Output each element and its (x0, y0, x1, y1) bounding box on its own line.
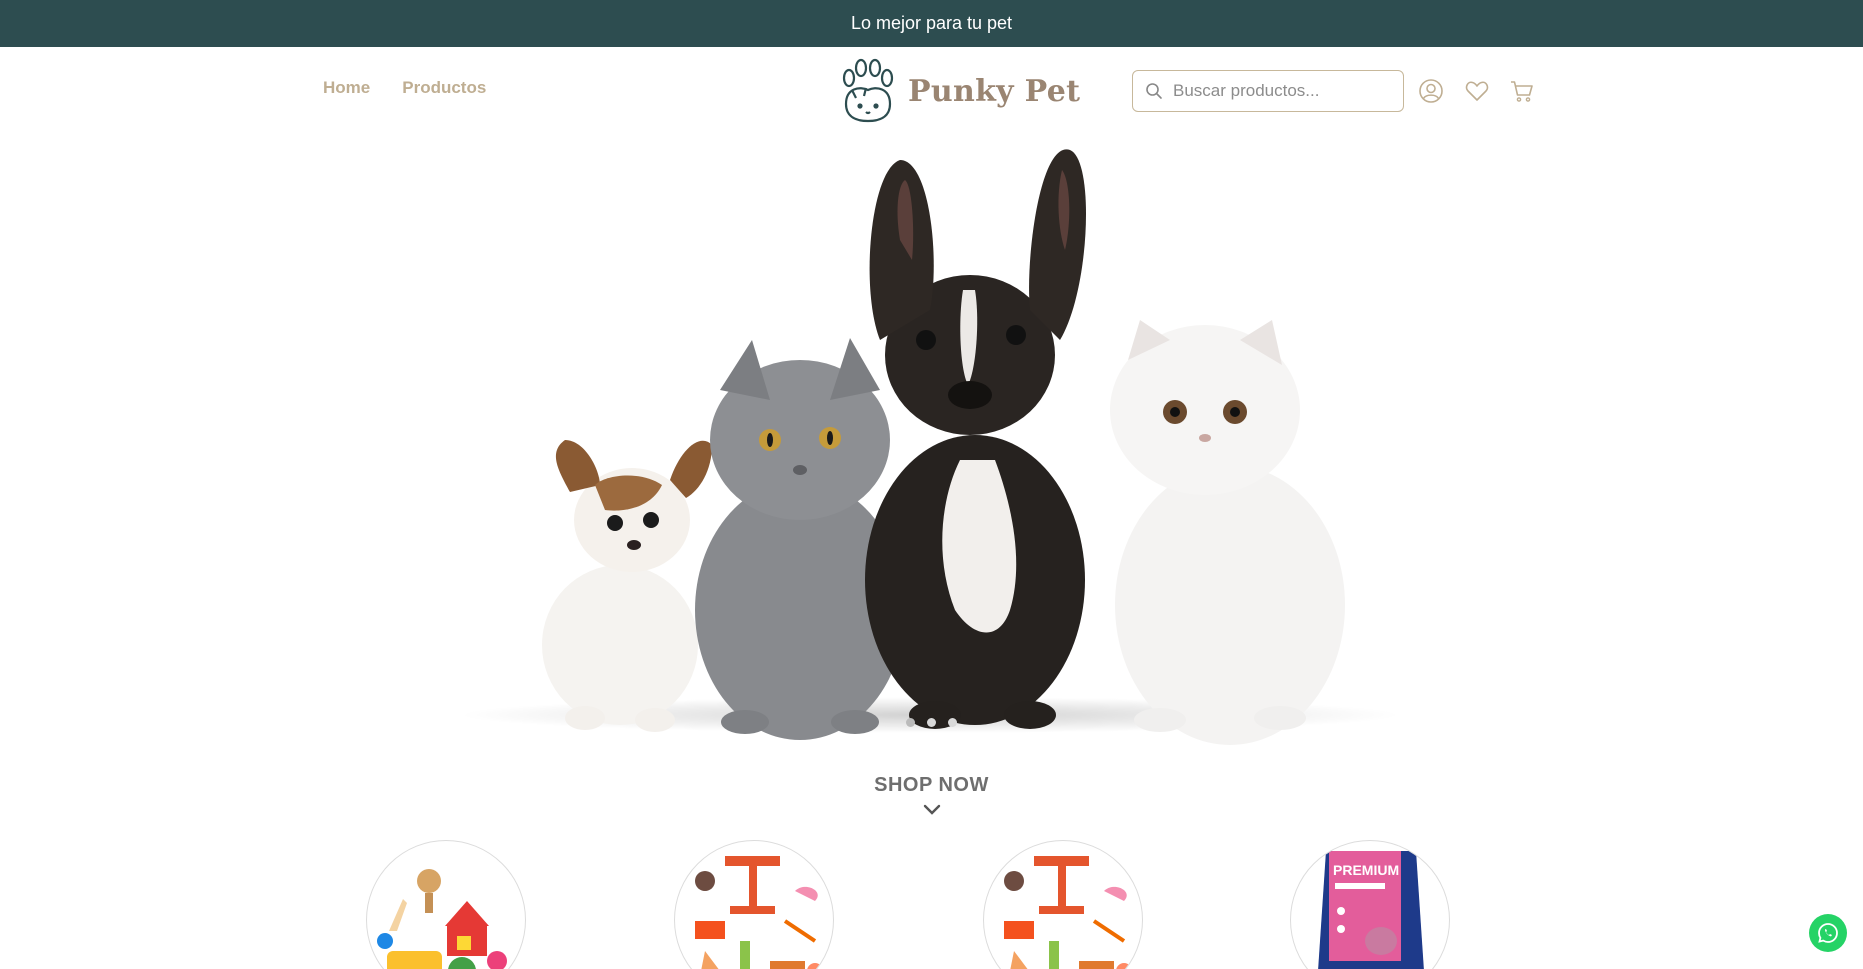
nav-home[interactable]: Home (323, 78, 370, 98)
slider-dots (0, 718, 1863, 727)
whatsapp-button[interactable] (1809, 914, 1847, 952)
hero-slider[interactable] (0, 140, 1863, 750)
pet-accessories-icon (1004, 856, 1132, 969)
heart-icon[interactable] (1464, 78, 1490, 104)
category-accessories-2[interactable] (983, 840, 1143, 969)
search-box (1132, 70, 1404, 112)
food-bag-label: PREMIUM (1333, 862, 1399, 878)
category-food[interactable]: PREMIUM (1290, 840, 1450, 969)
whatsapp-icon (1818, 923, 1838, 943)
shop-now-label[interactable]: SHOP NOW (0, 774, 1863, 797)
slider-dot-2[interactable] (927, 718, 936, 727)
site-logo[interactable]: Punky Pet (840, 58, 1080, 124)
announcement-text: Lo mejor para tu pet (850, 13, 1013, 33)
cart-icon[interactable] (1509, 78, 1535, 104)
slider-dot-1[interactable] (906, 718, 915, 727)
announcement-bar: Lo mejor para tu pet (0, 0, 1863, 47)
slider-dot-3[interactable] (948, 718, 957, 727)
user-icon[interactable] (1418, 78, 1444, 104)
hero-image (460, 149, 1400, 745)
bulldog-image (865, 149, 1087, 729)
search-icon (1146, 83, 1162, 99)
pet-food-bag-icon: PREMIUM (1318, 851, 1424, 969)
white-kitten-image (1110, 320, 1345, 745)
search-input[interactable] (1173, 81, 1373, 101)
puppy-image (542, 440, 712, 732)
nav-productos[interactable]: Productos (402, 78, 486, 98)
category-accessories[interactable] (674, 840, 834, 969)
category-toys[interactable] (366, 840, 526, 969)
pet-accessories-icon (695, 856, 823, 969)
logo-text: Punky Pet (908, 73, 1081, 109)
paw-pets-logo-icon (842, 58, 894, 123)
chevron-down-icon[interactable] (922, 803, 942, 817)
main-nav: Home Productos (323, 78, 486, 98)
toys-icon (377, 869, 507, 969)
